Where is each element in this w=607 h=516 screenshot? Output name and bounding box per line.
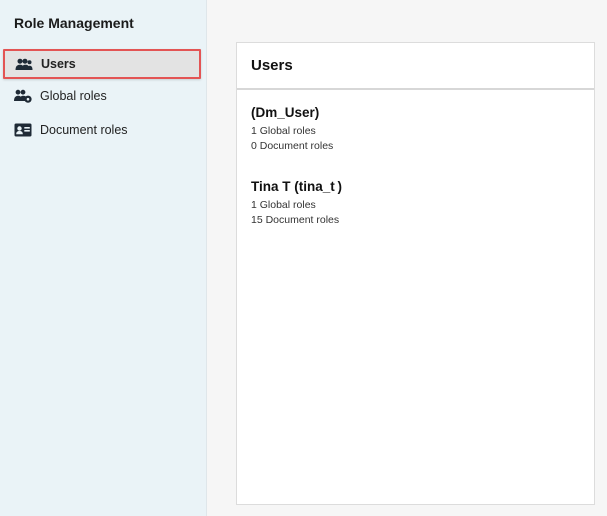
- user-document-roles: 15 Document roles: [251, 214, 340, 226]
- sidebar-item-global-roles[interactable]: Global roles: [0, 79, 207, 113]
- sidebar-item-label: Global roles: [40, 89, 107, 103]
- sidebar-nav: Users Global roles Document roles: [0, 48, 207, 147]
- user-global-roles: 1 Global roles: [251, 199, 316, 211]
- role-management-app: Role Management Users Global roles Docum…: [0, 0, 607, 516]
- list-item[interactable]: Tina T (tina_t ) 1 Global roles 15 Docum…: [251, 179, 594, 228]
- id-card-icon: [14, 123, 32, 137]
- user-list: (Dm_User) 1 Global roles 0 Document role…: [237, 90, 594, 228]
- user-document-roles: 0 Document roles: [251, 140, 334, 152]
- users-icon: [15, 57, 33, 71]
- sidebar-title: Role Management: [14, 15, 134, 31]
- user-name: Tina T (tina_t ): [251, 179, 342, 194]
- page-title: Users: [251, 57, 293, 74]
- sidebar-item-label: Document roles: [40, 123, 128, 137]
- sidebar-item-document-roles[interactable]: Document roles: [0, 113, 207, 147]
- user-name: (Dm_User): [251, 105, 320, 120]
- users-gear-icon: [14, 89, 32, 103]
- list-item[interactable]: (Dm_User) 1 Global roles 0 Document role…: [251, 105, 594, 154]
- sidebar: Role Management Users Global roles Docum…: [0, 0, 207, 516]
- sidebar-item-label: Users: [41, 57, 76, 71]
- user-global-roles: 1 Global roles: [251, 125, 316, 137]
- users-panel: Users (Dm_User) 1 Global roles 0 Documen…: [236, 42, 595, 505]
- panel-header: Users: [237, 43, 594, 90]
- sidebar-item-users[interactable]: Users: [3, 49, 201, 79]
